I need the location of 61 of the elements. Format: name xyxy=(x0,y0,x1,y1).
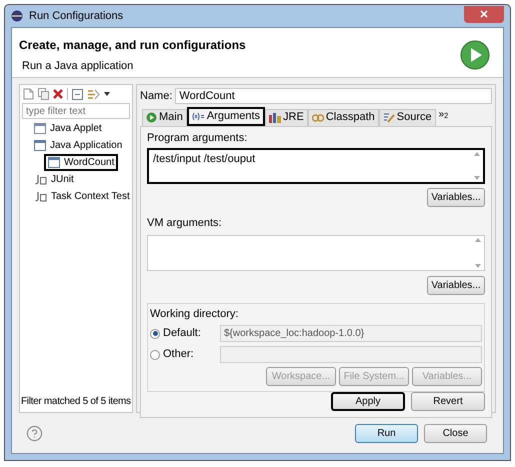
tab[interactable]: Source xyxy=(378,108,436,126)
collapse-icon xyxy=(72,88,83,100)
play-icon xyxy=(146,112,157,123)
tab[interactable]: Main xyxy=(142,108,187,126)
tab[interactable]: JRE xyxy=(265,108,308,126)
text-area[interactable]: /test/input /test/ouput xyxy=(147,148,485,184)
books-icon xyxy=(269,112,282,122)
radio-button[interactable]: Default: xyxy=(150,325,218,342)
tree-item[interactable]: Java Application xyxy=(30,137,126,154)
tree-item[interactable]: JUnit xyxy=(30,171,78,188)
button[interactable]: Close xyxy=(424,424,487,442)
arguments-icon xyxy=(192,112,205,120)
directory-field[interactable] xyxy=(220,346,482,363)
source-icon xyxy=(382,112,395,123)
group-label: Working directory: xyxy=(150,306,240,322)
close-icon xyxy=(480,10,488,18)
text-area[interactable] xyxy=(147,234,485,270)
window-icon xyxy=(34,140,46,151)
caret-icon[interactable] xyxy=(104,92,110,96)
window-title: Run Configurations xyxy=(29,8,124,24)
links-icon xyxy=(312,112,324,122)
group-label: Program arguments: xyxy=(147,130,248,146)
button[interactable]: Variables... xyxy=(427,188,485,207)
header-title: Create, manage, and run configurations xyxy=(19,37,247,54)
new-icon xyxy=(23,88,34,100)
button[interactable]: Run xyxy=(355,424,418,442)
close-button[interactable] xyxy=(464,6,504,22)
scrollbar[interactable] xyxy=(472,236,484,270)
tab[interactable]: Classpath xyxy=(308,108,379,126)
delete-icon xyxy=(53,89,63,99)
hook-icon xyxy=(34,174,47,185)
filter-status: Filter matched 5 of 5 items xyxy=(20,395,132,409)
button[interactable]: Variables... xyxy=(427,276,485,294)
filter-field[interactable]: type filter text xyxy=(22,103,130,119)
header-subtitle: Run a Java application xyxy=(21,59,134,74)
down-arrow-icon xyxy=(474,176,480,180)
name-field[interactable]: WordCount xyxy=(175,88,492,104)
down-arrow-icon xyxy=(475,264,481,268)
play-icon xyxy=(460,40,490,70)
tree-item[interactable]: Java Applet xyxy=(30,120,106,137)
help-icon[interactable] xyxy=(26,424,43,442)
tree-item[interactable]: Task Context Test xyxy=(30,188,134,205)
text-value: /test/input /test/ouput xyxy=(153,153,256,165)
duplicate-icon xyxy=(38,88,49,100)
app-icon xyxy=(11,10,23,22)
button[interactable]: Revert xyxy=(411,392,485,411)
up-arrow-icon xyxy=(475,238,481,242)
radio-button[interactable]: Other: xyxy=(150,346,218,363)
more-tabs[interactable]: »$_{2}$ xyxy=(436,106,452,122)
tree-item[interactable]: WordCount xyxy=(44,154,118,171)
tab[interactable]: Arguments xyxy=(186,106,266,126)
name-label: Name: xyxy=(140,89,172,104)
directory-field[interactable]: ${workspace_loc:hadoop-1.0.0} xyxy=(220,325,482,342)
scrollbar[interactable] xyxy=(471,150,483,182)
hook-icon xyxy=(34,191,47,202)
window-icon xyxy=(48,157,60,168)
group-label: VM arguments: xyxy=(147,216,223,231)
button[interactable]: Apply xyxy=(331,392,405,411)
up-arrow-icon xyxy=(474,152,480,156)
filter-icon xyxy=(87,88,100,100)
window-icon xyxy=(34,123,46,134)
